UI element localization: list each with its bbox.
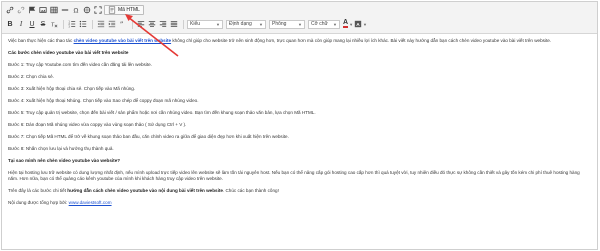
bullet-list-icon[interactable] [78,19,88,29]
indent-icon[interactable] [107,19,117,29]
text-color-icon: A [343,19,349,28]
step-7: Bước 7: Chọn tiếp Mã HTML để trở về khun… [8,134,289,139]
rich-text-editor: Ω Mã HTML B I U S T 123 ” Kiểu ▼ Định dạ… [1,1,598,250]
iframe-icon[interactable] [82,5,92,15]
bold-button[interactable]: B [5,19,15,29]
editor-toolbar: Ω Mã HTML B I U S T 123 ” Kiểu ▼ Định dạ… [2,2,597,34]
align-left-icon[interactable] [136,19,146,29]
editor-content[interactable]: Việc ban thực hiện các thao tác chèn vid… [2,34,597,206]
special-char-icon[interactable]: Ω [71,5,81,15]
horizontal-line-icon[interactable] [60,5,70,15]
align-right-icon[interactable] [158,19,168,29]
chevron-down-icon: ▼ [216,21,220,27]
toolbar-separator [63,19,64,29]
chevron-down-icon: ▼ [298,21,302,27]
intro-text-after: không chỉ giúp cho website trở nên sinh … [171,38,552,43]
step-2: Bước 2: Chọn chia sẻ. [8,74,54,79]
font-dropdown[interactable]: Phông ▼ [269,19,305,29]
closing-text-before: Trên đây là các bước chi tiết [8,188,68,193]
source-icon [108,6,116,14]
toolbar-separator [132,19,133,29]
svg-text:3: 3 [68,25,70,28]
styles-dropdown[interactable]: Kiểu ▼ [187,19,223,29]
format-dropdown-label: Định dạng [229,21,252,27]
strikethrough-button[interactable]: S [38,19,48,29]
chevron-down-icon: ▼ [363,21,367,27]
intro-text-before: Việc ban thực hiện các thao tác [8,38,74,43]
font-dropdown-label: Phông [272,21,287,27]
toolbar-row-2: B I U S T 123 ” Kiểu ▼ Định dạng ▼ Phông ▼ … [5,18,594,30]
toolbar-separator [92,19,93,29]
html-source-label: Mã HTML [118,7,140,13]
intro-link[interactable]: chèn video youtube vào bài viết trên web… [74,38,172,43]
chevron-down-icon: ▼ [333,21,337,27]
underline-button[interactable]: U [27,19,37,29]
format-dropdown[interactable]: Định dạng ▼ [226,19,266,29]
step-3: Bước 3: Xuất hiện hộp thoại chia sẻ. Chọ… [8,86,136,91]
step-4: Bước 4: Xuất hiện hộp thoại Nhúng. Chọn … [8,98,199,103]
svg-text:T: T [51,22,55,28]
align-justify-icon[interactable] [169,19,179,29]
image-icon[interactable] [38,5,48,15]
source-text: Nội dung được tổng hợp bởi: [8,200,69,205]
reason-paragraph: Hiện tại hosting lưu trữ website có dung… [8,170,580,181]
background-color-button[interactable]: A ▼ [354,19,367,29]
steps-heading: Các bước chèn video youtube vào bài viết… [8,50,129,55]
table-icon[interactable] [49,5,59,15]
numbered-list-icon[interactable]: 123 [67,19,77,29]
source-link[interactable]: www.daviestsoft.com [69,200,112,205]
closing-text-after: . Chúc các bạn thành công! [222,188,279,193]
toolbar-separator [183,19,184,29]
svg-text:”: ” [120,20,124,28]
anchor-flag-icon[interactable] [27,5,37,15]
reason-heading: Tại sao mình nên chèn video youtube vào … [8,158,121,163]
toolbar-row-1: Ω Mã HTML [5,4,594,16]
clear-format-icon[interactable]: T [49,19,59,29]
html-source-button[interactable]: Mã HTML [104,5,144,15]
outdent-icon[interactable] [96,19,106,29]
step-8: Bước 8: Nhấn chọn lưu lại và hưởng thụ t… [8,146,114,151]
styles-dropdown-label: Kiểu [190,21,201,27]
source-paragraph: Nội dung được tổng hợp bởi: www.daviests… [8,200,591,206]
step-5: Bước 5: Truy cập quản trị website, chọn … [8,110,316,115]
chevron-down-icon: ▼ [349,21,354,27]
intro-paragraph: Việc ban thực hiện các thao tác chèn vid… [8,38,591,44]
svg-text:Ω: Ω [74,6,79,14]
background-color-icon: A [354,20,362,28]
size-dropdown-label: Cỡ chữ [311,21,328,27]
step-1: Bước 1: Truy cập Youtube.com tìm đến vid… [8,62,152,67]
svg-text:A: A [356,22,360,28]
text-color-button[interactable]: A ▼ [343,19,353,29]
blockquote-icon[interactable]: ” [118,19,128,29]
link-icon[interactable] [5,5,15,15]
closing-paragraph: Trên đây là các bước chi tiết hướng dẫn … [8,188,591,194]
closing-bold-text: hướng dẫn cách chèn video youtube vào nộ… [67,188,223,193]
unlink-icon[interactable] [16,5,26,15]
chevron-down-icon: ▼ [259,21,263,27]
size-dropdown[interactable]: Cỡ chữ ▼ [308,19,340,29]
maximize-icon[interactable] [93,5,103,15]
italic-button[interactable]: I [16,19,26,29]
align-center-icon[interactable] [147,19,157,29]
step-6: Bước 6: Dán đoạn Mã nhúng video vừa copp… [8,122,187,127]
